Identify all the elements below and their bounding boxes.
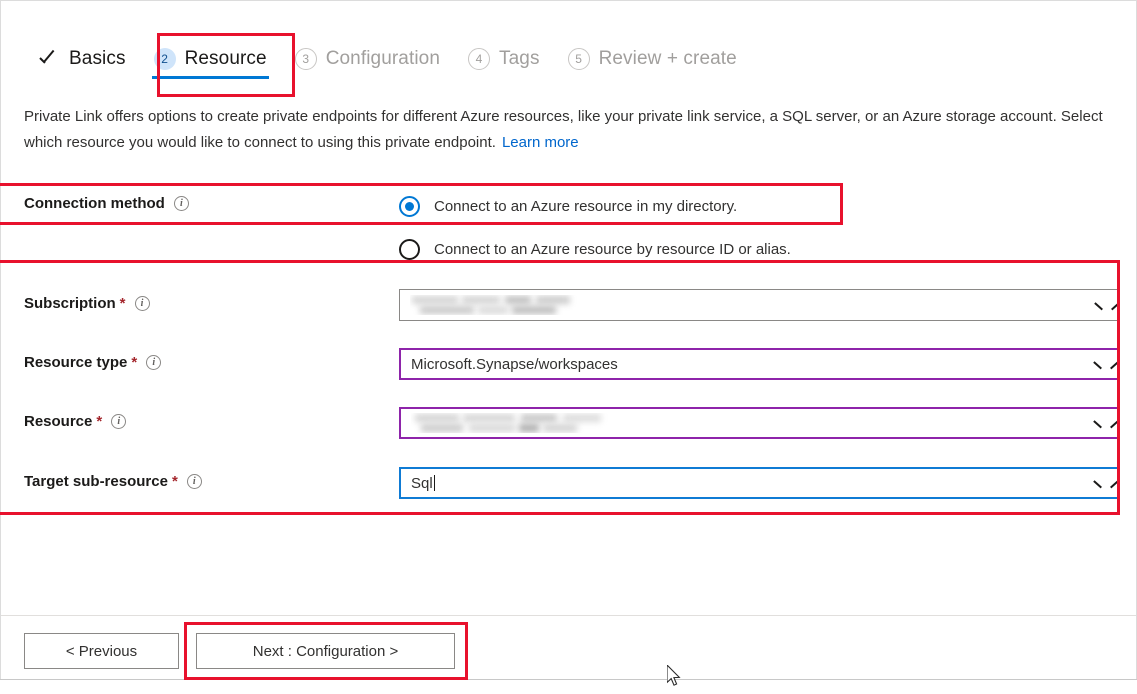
info-icon[interactable]: i bbox=[174, 196, 189, 211]
subscription-field[interactable] bbox=[399, 289, 1119, 321]
tab-review-create-label: Review + create bbox=[599, 48, 737, 70]
learn-more-link[interactable]: Learn more bbox=[502, 134, 579, 151]
resource-field[interactable] bbox=[399, 407, 1119, 439]
tab-tags[interactable]: 4 Tags bbox=[454, 36, 554, 82]
connection-method-label-text: Connection method bbox=[24, 195, 165, 212]
text-cursor bbox=[434, 475, 435, 491]
tab-basics[interactable]: Basics bbox=[24, 36, 140, 82]
window-top-border bbox=[0, 0, 1137, 1]
radio-connect-directory-label: Connect to an Azure resource in my direc… bbox=[434, 198, 737, 215]
tab-resource[interactable]: 2 Resource bbox=[140, 36, 281, 82]
chevron-down-icon[interactable] bbox=[1096, 298, 1110, 312]
target-sub-resource-dropdown[interactable]: Sql bbox=[399, 467, 1119, 499]
resource-label: Resource * i bbox=[24, 413, 126, 430]
redacted-value bbox=[411, 413, 621, 433]
chevron-down-icon[interactable] bbox=[1095, 416, 1109, 430]
tab-configuration-badge: 3 bbox=[295, 48, 317, 70]
required-asterisk: * bbox=[172, 473, 178, 490]
window-bottom-bar bbox=[0, 680, 1137, 694]
subscription-label-text: Subscription bbox=[24, 295, 116, 312]
info-icon[interactable]: i bbox=[146, 355, 161, 370]
target-sub-resource-value-wrap: Sql bbox=[411, 475, 1089, 492]
previous-button[interactable]: < Previous bbox=[24, 633, 179, 669]
tab-review-create-badge: 5 bbox=[568, 48, 590, 70]
subscription-dropdown[interactable] bbox=[399, 289, 1119, 321]
target-sub-resource-label: Target sub-resource * i bbox=[24, 473, 202, 490]
subscription-value bbox=[410, 295, 1090, 315]
tab-review-create[interactable]: 5 Review + create bbox=[554, 36, 751, 82]
tab-resource-label: Resource bbox=[185, 48, 267, 70]
resource-type-field[interactable]: Microsoft.Synapse/workspaces bbox=[399, 348, 1119, 380]
info-icon[interactable]: i bbox=[135, 296, 150, 311]
redacted-value bbox=[410, 295, 578, 315]
resource-type-label-text: Resource type bbox=[24, 354, 127, 371]
page-description: Private Link offers options to create pr… bbox=[24, 104, 1109, 156]
tab-tags-badge: 4 bbox=[468, 48, 490, 70]
required-asterisk: * bbox=[120, 295, 126, 312]
radio-connect-directory[interactable]: Connect to an Azure resource in my direc… bbox=[399, 189, 791, 223]
tab-configuration-label: Configuration bbox=[326, 48, 440, 70]
target-sub-resource-field[interactable]: Sql bbox=[399, 467, 1119, 499]
mouse-pointer-icon bbox=[667, 665, 683, 689]
chevron-down-icon[interactable] bbox=[1095, 476, 1109, 490]
target-sub-resource-label-text: Target sub-resource bbox=[24, 473, 168, 490]
window-left-border bbox=[0, 0, 1, 679]
tab-configuration[interactable]: 3 Configuration bbox=[281, 36, 454, 82]
connection-method-radio-group: Connect to an Azure resource in my direc… bbox=[399, 189, 791, 266]
subscription-label: Subscription * i bbox=[24, 295, 150, 312]
required-asterisk: * bbox=[131, 354, 137, 371]
resource-value bbox=[411, 413, 1089, 433]
checkmark-icon bbox=[38, 48, 60, 70]
resource-type-value: Microsoft.Synapse/workspaces bbox=[411, 356, 1089, 373]
radio-button-selected-icon bbox=[399, 196, 420, 217]
info-icon[interactable]: i bbox=[187, 474, 202, 489]
radio-connect-resource-id[interactable]: Connect to an Azure resource by resource… bbox=[399, 232, 791, 266]
radio-button-unselected-icon bbox=[399, 239, 420, 260]
tab-resource-badge: 2 bbox=[154, 48, 176, 70]
chevron-down-icon[interactable] bbox=[1095, 357, 1109, 371]
resource-label-text: Resource bbox=[24, 413, 92, 430]
resource-type-dropdown[interactable]: Microsoft.Synapse/workspaces bbox=[399, 348, 1119, 380]
wizard-tab-strip: Basics 2 Resource 3 Configuration 4 Tags… bbox=[24, 36, 751, 82]
target-sub-resource-value: Sql bbox=[411, 475, 433, 492]
connection-method-label: Connection method i bbox=[24, 195, 189, 212]
tab-active-underline bbox=[152, 76, 269, 79]
resource-type-label: Resource type * i bbox=[24, 354, 161, 371]
tab-basics-label: Basics bbox=[69, 48, 126, 70]
resource-dropdown[interactable] bbox=[399, 407, 1119, 439]
radio-connect-resource-id-label: Connect to an Azure resource by resource… bbox=[434, 241, 791, 258]
info-icon[interactable]: i bbox=[111, 414, 126, 429]
tab-tags-label: Tags bbox=[499, 48, 540, 70]
footer-divider bbox=[1, 615, 1136, 616]
required-asterisk: * bbox=[96, 413, 102, 430]
next-configuration-button[interactable]: Next : Configuration > bbox=[196, 633, 455, 669]
private-endpoint-create-wizard: Basics 2 Resource 3 Configuration 4 Tags… bbox=[0, 0, 1137, 694]
